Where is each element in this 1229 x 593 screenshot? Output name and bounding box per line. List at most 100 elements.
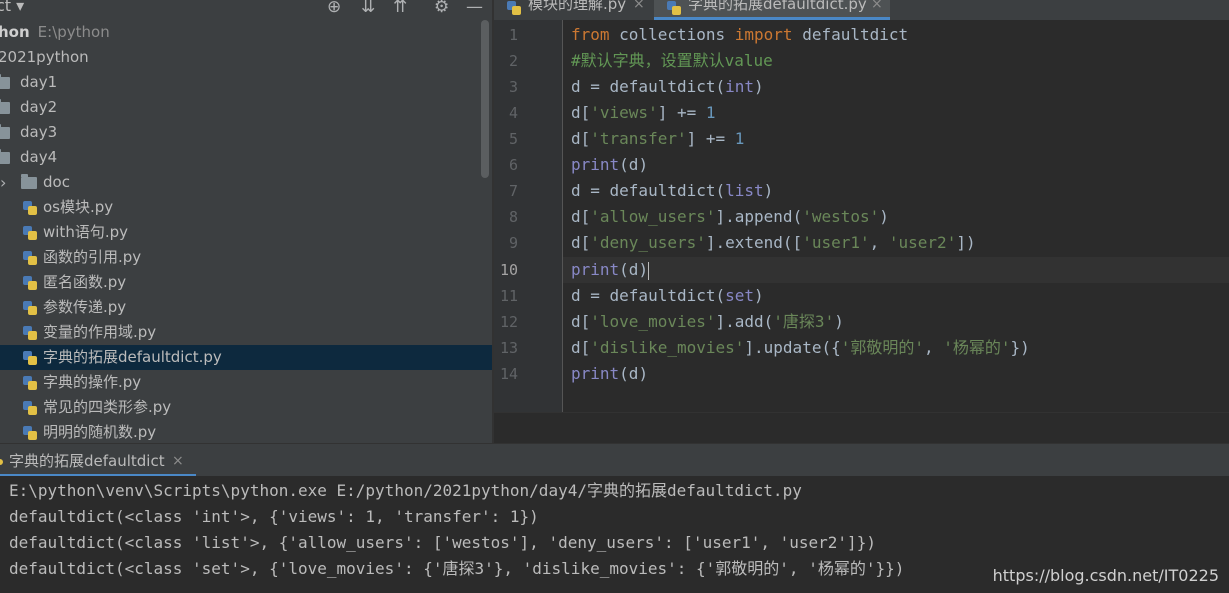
python-file-icon xyxy=(22,250,38,266)
tree-item-doc[interactable]: › doc xyxy=(0,170,492,195)
code-line[interactable]: d['transfer'] += 1 xyxy=(571,126,744,152)
code-line[interactable]: d = defaultdict(int) xyxy=(571,74,764,100)
collapse-all-icon[interactable]: ⇈ xyxy=(393,0,407,17)
tree-item-file[interactable]: 明明的随机数.py xyxy=(0,420,492,443)
locate-icon[interactable]: ⊕ xyxy=(327,0,341,17)
close-icon[interactable]: × xyxy=(633,0,645,11)
watermark: https://blog.csdn.net/IT0225 xyxy=(992,566,1219,585)
project-view-title[interactable]: ct ▾ xyxy=(0,0,24,15)
line-number: 1 xyxy=(508,26,518,44)
code-token: 1 xyxy=(734,129,745,148)
tree-item-file[interactable]: 函数的引用.py xyxy=(0,245,492,270)
gutter-divider xyxy=(562,20,563,412)
settings-icon[interactable]: ⚙ xyxy=(434,0,449,17)
code-line-current[interactable]: print(d) xyxy=(571,257,650,283)
code-token: ].add( xyxy=(715,312,774,331)
run-panel-header: 字典的拓展defaultdict × xyxy=(0,443,1229,477)
python-file-icon xyxy=(22,350,38,366)
code-line[interactable]: d['dislike_movies'].update({'郭敬明的', '杨幂的… xyxy=(571,335,1030,361)
code-token: print xyxy=(571,155,620,174)
code-line[interactable]: d['views'] += 1 xyxy=(571,100,716,126)
expand-arrow-icon[interactable]: › xyxy=(0,170,6,195)
tree-item-file[interactable]: 字典的操作.py xyxy=(0,370,492,395)
code-token: 'user1' xyxy=(802,233,870,252)
code-token: d[ xyxy=(571,207,591,226)
console-line: defaultdict(<class 'int'>, {'views': 1, … xyxy=(9,507,539,526)
tree-item-day2[interactable]: day2 xyxy=(0,95,492,120)
code-token: 'love_movies' xyxy=(590,312,716,331)
hide-panel-icon[interactable]: — xyxy=(466,0,483,17)
code-token: 'allow_users' xyxy=(590,207,716,226)
project-tree: hon E:\python 2021python day1 day2 day3 d… xyxy=(0,20,492,443)
code-line[interactable]: from collections import defaultdict xyxy=(571,22,908,48)
tree-item-file[interactable]: 常见的四类形参.py xyxy=(0,395,492,420)
line-number: 12 xyxy=(499,313,518,331)
code-line[interactable]: print(d) xyxy=(571,361,648,387)
code-token: import xyxy=(734,25,793,44)
project-scrollbar[interactable] xyxy=(481,20,489,178)
line-number: 9 xyxy=(508,234,518,252)
line-number: 13 xyxy=(499,339,518,357)
code-token: 1 xyxy=(705,103,716,122)
code-line[interactable]: d['love_movies'].add('唐探3') xyxy=(571,309,844,335)
code-token: ].extend([ xyxy=(705,233,803,252)
code-token: d = defaultdict( xyxy=(571,286,726,305)
code-token: '杨幂的' xyxy=(943,338,1011,357)
code-line[interactable]: d['allow_users'].append('westos') xyxy=(571,204,889,230)
code-token: d = defaultdict( xyxy=(571,77,726,96)
tree-item-file[interactable]: 参数传递.py xyxy=(0,295,492,320)
code-token: set xyxy=(725,286,755,305)
code-token: , xyxy=(924,338,944,357)
code-token: d[ xyxy=(571,338,591,357)
line-number: 3 xyxy=(508,78,518,96)
expand-all-icon[interactable]: ⇊ xyxy=(361,0,375,17)
folder-icon xyxy=(0,149,10,164)
tab-defaultdict[interactable]: 字典的拓展defaultdict.py × xyxy=(654,0,890,20)
tree-item-label: 函数的引用.py xyxy=(43,248,142,266)
code-editor[interactable]: 1 2 3 4 5 6 7 8 9 10 11 12 13 14 from co… xyxy=(494,20,1229,444)
code-token: list xyxy=(725,181,764,200)
code-token: ) xyxy=(763,181,774,200)
tree-item-label: doc xyxy=(43,173,70,191)
tree-item-root[interactable]: hon E:\python xyxy=(0,20,492,45)
tab-label: 模块的理解.py xyxy=(528,0,627,13)
line-number: 7 xyxy=(508,182,518,200)
tab-module-understanding[interactable]: 模块的理解.py × xyxy=(494,0,654,20)
code-token: '郭敬明的' xyxy=(840,338,924,357)
tree-item-file[interactable]: 变量的作用域.py xyxy=(0,320,492,345)
code-token: '唐探3' xyxy=(773,312,835,331)
line-number: 2 xyxy=(508,52,518,70)
close-icon[interactable]: × xyxy=(871,0,883,11)
tree-item-2021python[interactable]: 2021python xyxy=(0,45,492,70)
code-token: 'user2' xyxy=(888,233,957,252)
close-icon[interactable]: × xyxy=(172,448,184,474)
line-number: 14 xyxy=(499,365,518,383)
python-file-icon xyxy=(22,325,38,341)
tree-item-file[interactable]: 匿名函数.py xyxy=(0,270,492,295)
code-token: (d) xyxy=(619,260,649,279)
dropdown-icon[interactable]: ▾ xyxy=(16,0,24,15)
line-number-gutter: 1 2 3 4 5 6 7 8 9 10 11 12 13 14 xyxy=(494,20,562,412)
code-token: from xyxy=(571,25,610,44)
tree-item-file[interactable]: with语句.py xyxy=(0,220,492,245)
code-line[interactable]: d = defaultdict(list) xyxy=(571,178,773,204)
run-console[interactable]: E:\python\venv\Scripts\python.exe E:/pyt… xyxy=(0,476,1229,593)
tree-item-label: day1 xyxy=(20,73,58,91)
code-token: print xyxy=(571,364,620,383)
tree-item-file[interactable]: os模块.py xyxy=(0,195,492,220)
python-file-icon xyxy=(22,200,38,216)
tree-item-label: 变量的作用域.py xyxy=(43,323,157,341)
code-line[interactable]: d = defaultdict(set) xyxy=(571,283,764,309)
code-token: ) xyxy=(834,312,844,331)
code-line-comment[interactable]: #默认字典，设置默认value xyxy=(571,48,773,74)
code-line[interactable]: print(d) xyxy=(571,152,648,178)
tree-item-day3[interactable]: day3 xyxy=(0,120,492,145)
code-token: ] += xyxy=(657,103,706,122)
tree-item-file-selected[interactable]: 字典的拓展defaultdict.py xyxy=(0,345,492,370)
code-token: , xyxy=(869,233,889,252)
tree-item-day1[interactable]: day1 xyxy=(0,70,492,95)
tree-item-label: 匿名函数.py xyxy=(43,273,127,291)
tree-item-day4[interactable]: day4 xyxy=(0,145,492,170)
code-line[interactable]: d['deny_users'].extend(['user1', 'user2'… xyxy=(571,230,976,256)
python-file-icon xyxy=(22,275,38,291)
